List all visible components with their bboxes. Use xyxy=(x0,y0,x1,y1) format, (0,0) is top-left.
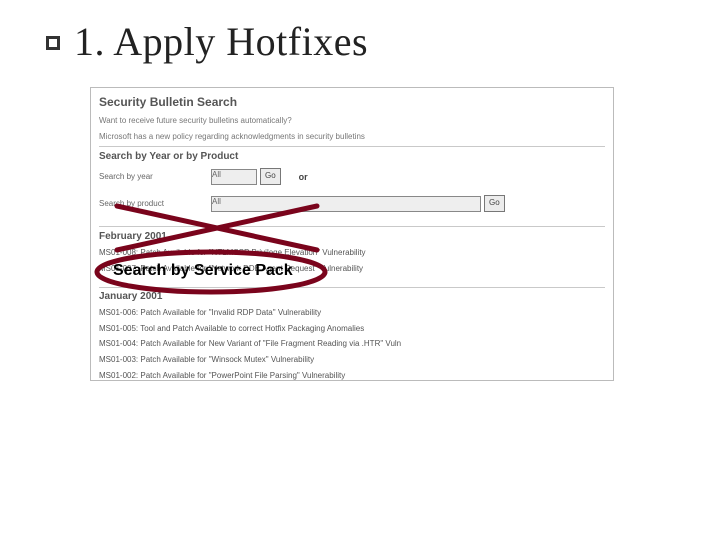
bulletin-entry[interactable]: MS01-006: Patch Available for "Invalid R… xyxy=(99,308,605,318)
bulletin-entry[interactable]: MS01-004: Patch Available for New Varian… xyxy=(99,339,605,349)
search-year-select[interactable]: All xyxy=(211,169,257,185)
link-policy[interactable]: Microsoft has a new policy regarding ack… xyxy=(99,132,605,141)
bulletin-entry[interactable]: MS01-002: Patch Available for "PowerPoin… xyxy=(99,371,605,381)
title-bullet xyxy=(46,36,60,50)
search-year-label: Search by year xyxy=(99,172,211,181)
search-by-heading: Search by Year or by Product xyxy=(99,151,605,162)
month-heading: January 2001 xyxy=(99,291,605,302)
bulletin-search-panel: Security Bulletin Search Want to receive… xyxy=(90,87,614,381)
bulletin-entry[interactable]: MS01-003: Patch Available for "Winsock M… xyxy=(99,355,605,365)
link-subscribe[interactable]: Want to receive future security bulletin… xyxy=(99,116,605,125)
go-button-year[interactable]: Go xyxy=(260,168,281,185)
go-button-product[interactable]: Go xyxy=(484,195,505,212)
or-label: or xyxy=(299,172,308,182)
month-heading: February 2001 xyxy=(99,231,605,242)
search-product-label: Search by product xyxy=(99,199,211,208)
bulletin-entry[interactable]: MS01-008: Patch Available for "NTLMSSP P… xyxy=(99,248,605,258)
annotation-label: Search by Service Pack xyxy=(113,262,293,280)
panel-heading: Security Bulletin Search xyxy=(99,95,605,109)
slide-title: 1. Apply Hotfixes xyxy=(74,18,368,65)
search-product-select[interactable]: All xyxy=(211,196,481,212)
bulletin-entry[interactable]: MS01-005: Tool and Patch Available to co… xyxy=(99,324,605,334)
